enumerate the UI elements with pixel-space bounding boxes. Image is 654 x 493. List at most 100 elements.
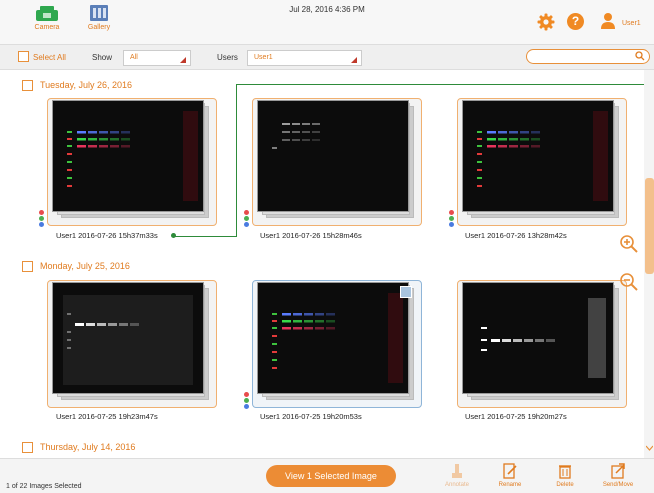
image-caption[interactable]: User1 2016-07-26 15h28m46s (260, 231, 362, 240)
ladder-band (272, 327, 277, 329)
scroll-down-icon[interactable] (646, 445, 653, 451)
gel-image (52, 282, 204, 394)
select-all-checkbox[interactable] (18, 51, 29, 62)
ladder-band (67, 145, 72, 147)
user-icon[interactable] (600, 12, 616, 30)
ladder-band (481, 327, 487, 329)
help-button[interactable]: ? (567, 13, 584, 30)
ladder-band (67, 339, 71, 341)
image-caption[interactable]: User1 2016-07-25 19h20m27s (465, 412, 567, 421)
gel-band (491, 339, 500, 342)
image-thumbnail-card[interactable] (252, 98, 422, 228)
gel-band (509, 138, 518, 141)
gel-band (302, 123, 310, 125)
group-select-checkbox[interactable] (22, 442, 33, 453)
gel-band (315, 313, 324, 316)
gel-band (99, 131, 108, 134)
gel-band (292, 139, 300, 141)
gel-image (257, 100, 409, 212)
annotate-icon (452, 464, 462, 478)
callout-line (236, 84, 644, 85)
gel-band (498, 138, 507, 141)
callout-dot (171, 233, 176, 238)
gel-band (304, 320, 313, 323)
filter-bar: Select All Show All Users User1 (0, 45, 654, 70)
group-select-checkbox[interactable] (22, 80, 33, 91)
image-caption[interactable]: User1 2016-07-25 19h23m47s (56, 412, 158, 421)
dropdown-arrow-icon (351, 57, 357, 63)
gel-band (293, 327, 302, 330)
gel-image (462, 100, 614, 212)
zoom-out-icon[interactable] (619, 272, 639, 292)
gel-band (315, 327, 324, 330)
ladder-band (477, 131, 482, 133)
delete-button[interactable]: Delete (548, 463, 582, 488)
datetime-display: Jul 28, 2016 4:36 PM (289, 5, 365, 14)
gel-band (282, 327, 291, 330)
ladder-band (67, 169, 72, 171)
zoom-in-icon[interactable] (619, 234, 639, 254)
image-caption[interactable]: User1 2016-07-26 13h28m42s (465, 231, 567, 240)
gel-band (119, 323, 128, 326)
gel-band (282, 131, 290, 133)
gel-band (509, 145, 518, 148)
gel-band (121, 145, 130, 148)
gel-band (77, 131, 86, 134)
ladder-band (272, 359, 277, 361)
image-caption[interactable]: User1 2016-07-25 19h20m53s (260, 412, 362, 421)
image-thumbnail-card[interactable] (457, 280, 627, 410)
annotate-button[interactable]: Annotate (440, 463, 474, 488)
gel-band (513, 339, 522, 342)
users-dropdown[interactable]: User1 (247, 50, 362, 66)
gel-band (498, 145, 507, 148)
show-label: Show (92, 53, 113, 62)
channel-indicator-icon (244, 392, 249, 410)
gel-band (498, 131, 507, 134)
gel-band (77, 138, 86, 141)
view-selected-button[interactable]: View 1 Selected Image (266, 465, 396, 487)
gear-icon[interactable] (537, 13, 555, 31)
ladder-band (481, 339, 487, 341)
ladder-band (477, 177, 482, 179)
ladder-band (272, 367, 277, 369)
image-thumbnail-card[interactable] (457, 98, 627, 228)
selected-indicator[interactable] (400, 286, 412, 298)
gel-band (304, 327, 313, 330)
gel-edge (593, 111, 608, 201)
search-input[interactable] (526, 49, 650, 64)
image-thumbnail-card[interactable] (47, 280, 217, 410)
gel-band (282, 320, 291, 323)
gel-band (302, 139, 310, 141)
gel-band (531, 138, 540, 141)
image-caption[interactable]: User1 2016-07-26 15h37m33s (56, 231, 158, 240)
users-dropdown-value: User1 (254, 54, 273, 61)
send-move-button[interactable]: Send/Move (601, 463, 635, 488)
gel-band (88, 138, 97, 141)
image-thumbnail-card[interactable] (252, 280, 422, 410)
show-dropdown-value: All (130, 54, 138, 61)
search-icon[interactable] (635, 51, 645, 61)
gel-band (326, 327, 335, 330)
show-dropdown[interactable]: All (123, 50, 191, 66)
ladder-band (477, 153, 482, 155)
ladder-band (477, 138, 482, 140)
group-select-checkbox[interactable] (22, 261, 33, 272)
send-move-label: Send/Move (602, 482, 634, 488)
gel-band (312, 131, 320, 133)
gel-bands (481, 298, 606, 378)
dropdown-arrow-icon (180, 57, 186, 63)
date-group-title: Tuesday, July 26, 2016 (40, 80, 133, 90)
gel-band (487, 138, 496, 141)
gel-band (292, 123, 300, 125)
ladder-band (67, 331, 71, 333)
user-name[interactable]: User1 (622, 20, 641, 27)
gel-bands (272, 123, 320, 149)
gel-band (520, 145, 529, 148)
select-all-label[interactable]: Select All (33, 53, 66, 62)
gel-band (293, 313, 302, 316)
delete-icon (559, 465, 571, 479)
date-group-title: Thursday, July 14, 2016 (40, 442, 136, 452)
ladder-band (67, 131, 72, 133)
scrollbar-thumb[interactable] (645, 178, 654, 274)
rename-button[interactable]: Rename (493, 463, 527, 488)
